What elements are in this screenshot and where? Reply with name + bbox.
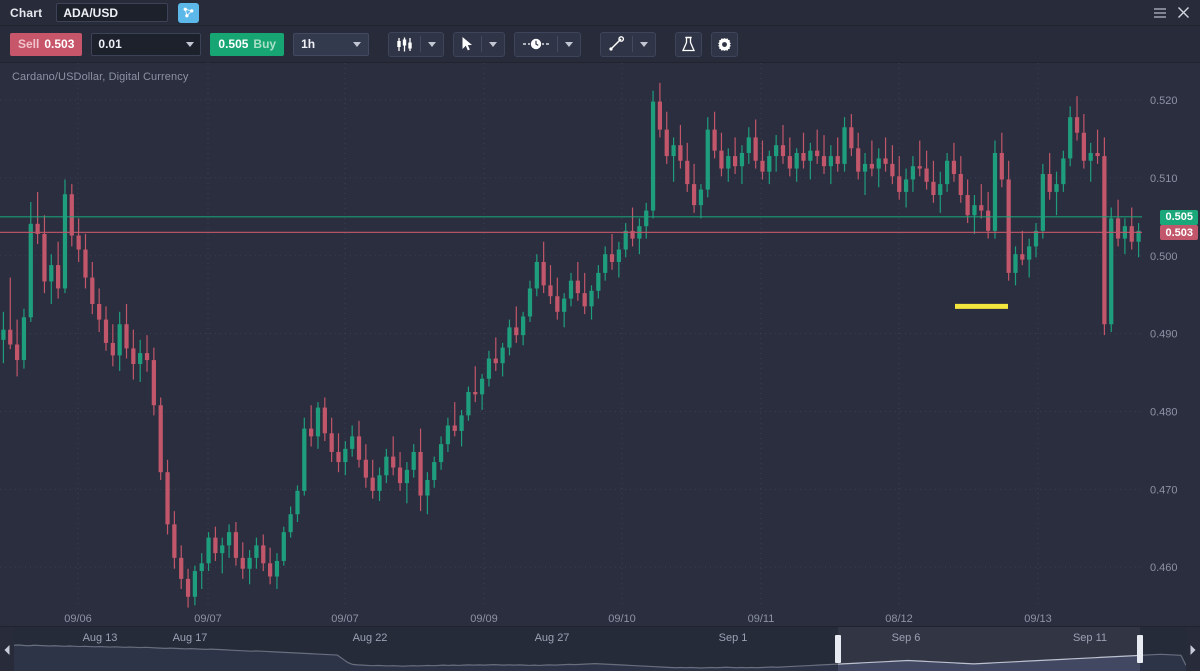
trend-line-dropdown[interactable] [633, 33, 655, 56]
svg-text:0.480: 0.480 [1150, 406, 1178, 418]
svg-text:09/07: 09/07 [331, 613, 359, 625]
chart-type-group [388, 31, 445, 57]
time-marker-dropdown[interactable] [558, 33, 580, 56]
buy-price: 0.505 [218, 37, 249, 51]
svg-text:0.520: 0.520 [1150, 95, 1178, 107]
trading-chart-window: Chart Sell [0, 0, 1200, 671]
chart-area[interactable]: Cardano/USDollar, Digital Currency 0.520… [0, 63, 1200, 626]
sell-button[interactable]: Sell 0.503 [10, 32, 83, 56]
svg-text:09/09: 09/09 [470, 613, 498, 625]
window-titlebar: Chart [0, 0, 1200, 26]
chevron-down-icon [353, 41, 362, 47]
svg-text:09/13: 09/13 [1024, 613, 1052, 625]
symbol-input[interactable] [56, 3, 169, 22]
hamburger-menu-icon[interactable] [1153, 7, 1167, 19]
svg-text:0.510: 0.510 [1150, 173, 1178, 185]
trend-line-group [600, 31, 657, 57]
chevron-down-icon [565, 41, 574, 47]
svg-text:09/06: 09/06 [64, 613, 92, 625]
time-marker-group [514, 31, 582, 57]
svg-text:0.500: 0.500 [1150, 251, 1178, 263]
ask-price-tag: 0.505 [1160, 209, 1198, 225]
timeframe-select[interactable]: 1h [293, 32, 370, 56]
chevron-down-icon [186, 41, 195, 47]
indicators-flask-icon[interactable] [675, 31, 703, 57]
chevron-down-icon [640, 41, 649, 47]
svg-text:09/07: 09/07 [194, 613, 222, 625]
clock-marker-icon[interactable] [515, 33, 557, 56]
sell-label: Sell [18, 37, 40, 51]
scroll-right-icon[interactable] [1186, 640, 1200, 660]
candlestick-type-icon[interactable] [389, 33, 420, 56]
settings-gear-icon[interactable] [711, 31, 739, 57]
svg-text:0.460: 0.460 [1150, 562, 1178, 574]
chart-navigator[interactable]: Aug 13 Aug 17 Aug 22 Aug 27 Sep 1 Sep 6 Sep 11 [0, 626, 1200, 671]
close-icon[interactable] [1177, 6, 1190, 19]
bid-price-tag: 0.503 [1160, 225, 1198, 241]
chart-type-dropdown[interactable] [421, 33, 443, 56]
quantity-select[interactable]: 0.01 [91, 32, 202, 56]
chevron-down-icon [489, 41, 498, 47]
quantity-value: 0.01 [98, 37, 122, 51]
timeframe-value: 1h [301, 37, 316, 51]
scroll-left-icon[interactable] [0, 640, 14, 660]
candlestick-plot: 0.520 0.510 0.500 0.490 0.480 0.470 0.460 09/06… [0, 63, 1178, 625]
buy-label: Buy [253, 37, 277, 51]
svg-text:0.470: 0.470 [1150, 484, 1178, 496]
cursor-tool-dropdown[interactable] [482, 33, 504, 56]
chevron-down-icon [428, 41, 437, 47]
page-title: Chart [10, 5, 43, 20]
cursor-pointer-icon[interactable] [454, 33, 481, 56]
svg-text:08/12: 08/12 [885, 613, 913, 625]
buy-button[interactable]: 0.505 Buy [210, 32, 285, 56]
chart-toolbar: Sell 0.503 0.01 0.505 Buy 1h [0, 26, 1200, 63]
svg-text:0.490: 0.490 [1150, 329, 1178, 341]
cursor-tool-group [453, 31, 506, 57]
svg-text:09/11: 09/11 [748, 613, 775, 625]
sell-price: 0.503 [44, 37, 75, 51]
network-nodes-icon[interactable] [178, 2, 200, 23]
navigator-overview[interactable] [14, 627, 1186, 671]
svg-text:09/10: 09/10 [608, 613, 636, 625]
trend-line-icon[interactable] [601, 33, 632, 56]
